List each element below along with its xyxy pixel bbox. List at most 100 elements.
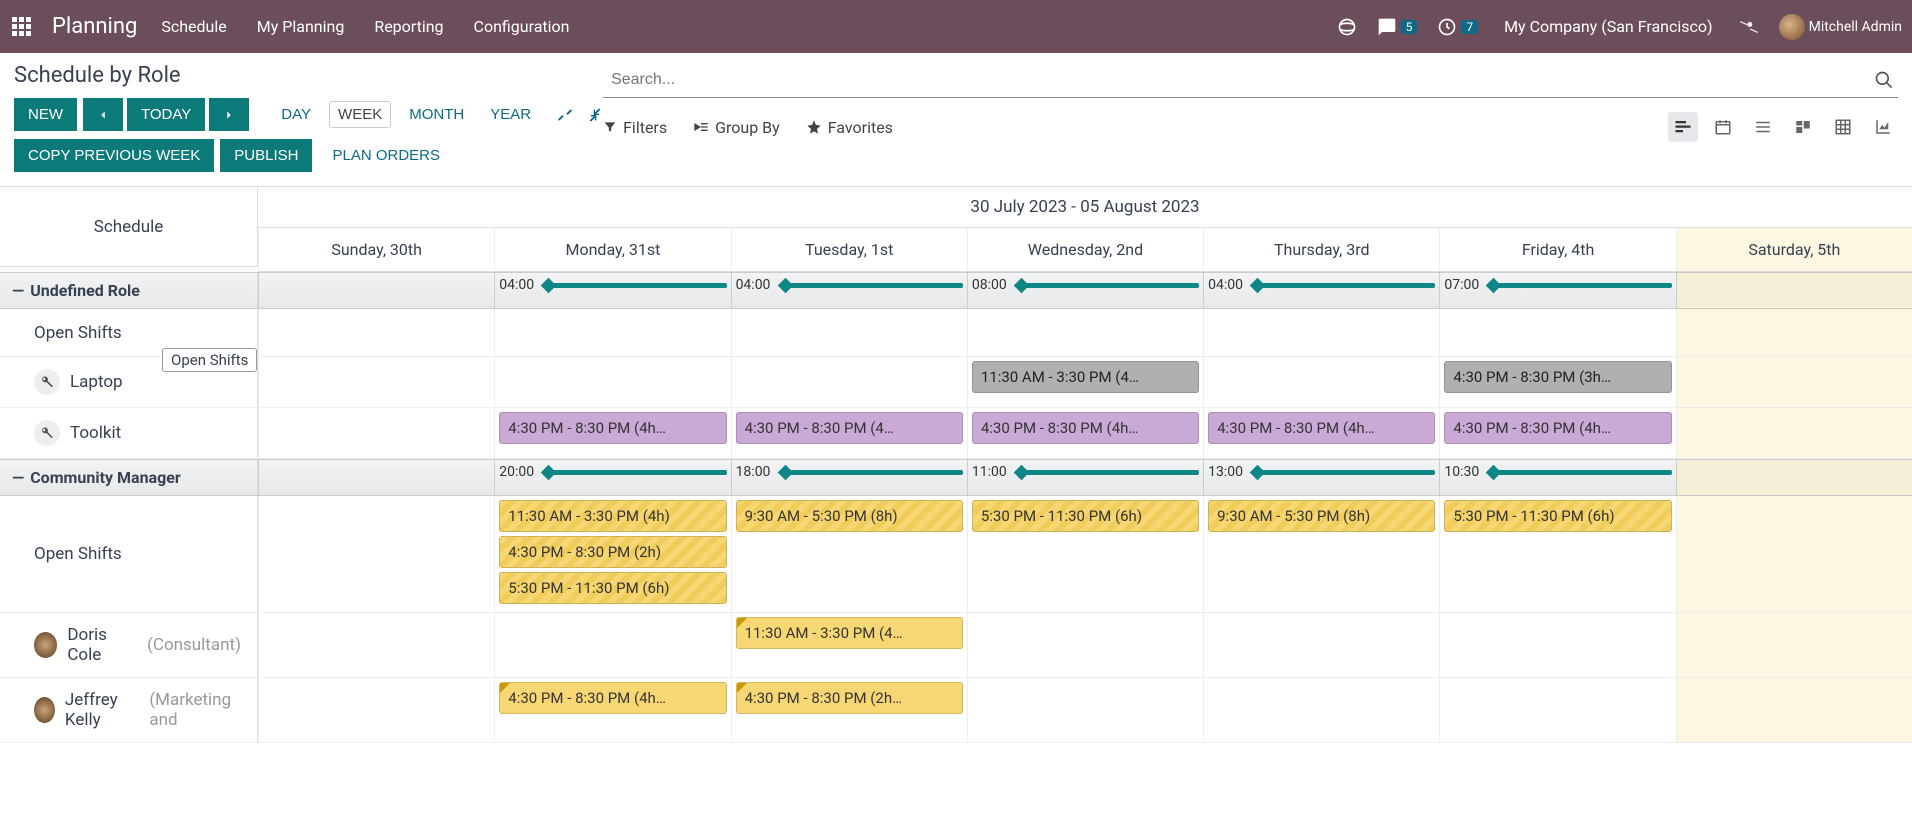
row-cell[interactable]: 5:30 PM - 11:30 PM (6h) <box>1439 496 1675 612</box>
row-cell[interactable] <box>258 408 494 458</box>
copy-previous-week-button[interactable]: COPY PREVIOUS WEEK <box>14 139 214 172</box>
row-cell[interactable]: 4:30 PM - 8:30 PM (4… <box>731 408 967 458</box>
debug-icon[interactable] <box>1739 17 1759 37</box>
row-cell[interactable]: 4:30 PM - 8:30 PM (2h… <box>731 678 967 742</box>
range-year[interactable]: YEAR <box>482 101 539 128</box>
new-button[interactable]: NEW <box>14 98 77 131</box>
view-list-icon[interactable] <box>1748 112 1778 142</box>
row-cell[interactable] <box>1676 357 1912 407</box>
groupby-button[interactable]: Group By <box>693 118 780 137</box>
day-sat[interactable]: Saturday, 5th <box>1676 228 1912 271</box>
row-cell[interactable] <box>258 613 494 677</box>
shift[interactable]: 4:30 PM - 8:30 PM (4h… <box>1208 412 1435 444</box>
row-label[interactable]: Open Shifts <box>0 496 258 612</box>
row-cell[interactable] <box>967 309 1203 356</box>
range-week[interactable]: WEEK <box>329 101 391 128</box>
row-cell[interactable] <box>967 613 1203 677</box>
plan-orders-button[interactable]: PLAN ORDERS <box>318 139 454 172</box>
row-cell[interactable] <box>258 496 494 612</box>
row-cell[interactable] <box>1203 678 1439 742</box>
shift[interactable]: 5:30 PM - 11:30 PM (6h) <box>499 572 726 604</box>
shift[interactable]: 11:30 AM - 3:30 PM (4… <box>972 361 1199 393</box>
nav-reporting[interactable]: Reporting <box>368 13 449 40</box>
row-cell[interactable] <box>258 357 494 407</box>
shift[interactable]: 4:30 PM - 8:30 PM (4h… <box>499 412 726 444</box>
expand-icon[interactable] <box>557 107 573 123</box>
collapse-icon[interactable]: — <box>12 281 24 300</box>
row-cell[interactable]: 11:30 AM - 3:30 PM (4h)4:30 PM - 8:30 PM… <box>494 496 730 612</box>
company-switcher[interactable]: My Company (San Francisco) <box>1498 13 1719 40</box>
day-tue[interactable]: Tuesday, 1st <box>731 228 967 271</box>
row-cell[interactable] <box>494 613 730 677</box>
row-label[interactable]: Doris Cole (Consultant) <box>0 613 258 677</box>
next-button[interactable] <box>209 98 249 131</box>
brand[interactable]: Planning <box>52 14 137 39</box>
day-sun[interactable]: Sunday, 30th <box>258 228 494 271</box>
view-kanban-icon[interactable] <box>1788 112 1818 142</box>
row-cell[interactable] <box>1203 309 1439 356</box>
row-cell[interactable] <box>1203 357 1439 407</box>
row-cell[interactable]: 4:30 PM - 8:30 PM (4h… <box>494 678 730 742</box>
collapse-icon[interactable]: — <box>12 468 24 487</box>
favorites-button[interactable]: Favorites <box>806 118 893 137</box>
view-gantt-icon[interactable] <box>1668 112 1698 142</box>
range-day[interactable]: DAY <box>273 101 319 128</box>
support-icon[interactable] <box>1337 17 1357 37</box>
collapse-icon[interactable] <box>587 107 603 123</box>
row-cell[interactable] <box>1439 613 1675 677</box>
row-cell[interactable]: 9:30 AM - 5:30 PM (8h) <box>731 496 967 612</box>
row-cell[interactable] <box>731 357 967 407</box>
day-wed[interactable]: Wednesday, 2nd <box>967 228 1203 271</box>
row-cell[interactable]: 4:30 PM - 8:30 PM (4h… <box>967 408 1203 458</box>
row-label[interactable]: Toolkit <box>0 408 258 458</box>
view-calendar-icon[interactable] <box>1708 112 1738 142</box>
shift[interactable]: 4:30 PM - 8:30 PM (2h… <box>736 682 963 714</box>
row-cell[interactable] <box>1203 613 1439 677</box>
row-cell[interactable]: 11:30 AM - 3:30 PM (4… <box>731 613 967 677</box>
prev-button[interactable] <box>83 98 123 131</box>
shift[interactable]: 4:30 PM - 8:30 PM (3h… <box>1444 361 1671 393</box>
row-cell[interactable]: 4:30 PM - 8:30 PM (4h… <box>1203 408 1439 458</box>
apps-icon[interactable] <box>10 15 34 39</box>
row-cell[interactable] <box>494 357 730 407</box>
row-cell[interactable]: 5:30 PM - 11:30 PM (6h) <box>967 496 1203 612</box>
filters-button[interactable]: Filters <box>603 118 667 137</box>
row-cell[interactable] <box>1676 309 1912 356</box>
row-cell[interactable]: 9:30 AM - 5:30 PM (8h) <box>1203 496 1439 612</box>
row-cell[interactable]: 11:30 AM - 3:30 PM (4… <box>967 357 1203 407</box>
nav-my-planning[interactable]: My Planning <box>251 13 351 40</box>
shift[interactable]: 4:30 PM - 8:30 PM (4h… <box>499 682 726 714</box>
row-cell[interactable] <box>1676 408 1912 458</box>
shift[interactable]: 5:30 PM - 11:30 PM (6h) <box>1444 500 1671 532</box>
row-cell[interactable]: 4:30 PM - 8:30 PM (4h… <box>494 408 730 458</box>
day-thu[interactable]: Thursday, 3rd <box>1203 228 1439 271</box>
shift[interactable]: 4:30 PM - 8:30 PM (4h… <box>1444 412 1671 444</box>
row-label[interactable]: Jeffrey Kelly (Marketing and <box>0 678 258 742</box>
nav-configuration[interactable]: Configuration <box>468 13 576 40</box>
search-input[interactable] <box>607 65 1874 95</box>
row-cell[interactable] <box>731 309 967 356</box>
search-icon[interactable] <box>1874 70 1894 90</box>
view-pivot-icon[interactable] <box>1828 112 1858 142</box>
shift[interactable]: 4:30 PM - 8:30 PM (2h) <box>499 536 726 568</box>
day-mon[interactable]: Monday, 31st <box>494 228 730 271</box>
range-month[interactable]: MONTH <box>401 101 472 128</box>
row-cell[interactable] <box>1676 613 1912 677</box>
shift[interactable]: 5:30 PM - 11:30 PM (6h) <box>972 500 1199 532</box>
row-cell[interactable] <box>258 309 494 356</box>
shift[interactable]: 9:30 AM - 5:30 PM (8h) <box>1208 500 1435 532</box>
shift[interactable]: 4:30 PM - 8:30 PM (4h… <box>972 412 1199 444</box>
day-fri[interactable]: Friday, 4th <box>1439 228 1675 271</box>
shift[interactable]: 4:30 PM - 8:30 PM (4… <box>736 412 963 444</box>
today-button[interactable]: TODAY <box>127 98 205 131</box>
row-cell[interactable]: 4:30 PM - 8:30 PM (3h… <box>1439 357 1675 407</box>
row-cell[interactable] <box>1676 496 1912 612</box>
row-cell[interactable]: 4:30 PM - 8:30 PM (4h… <box>1439 408 1675 458</box>
user-menu[interactable]: Mitchell Admin <box>1779 14 1902 40</box>
activities-icon[interactable]: 7 <box>1437 17 1478 37</box>
shift[interactable]: 9:30 AM - 5:30 PM (8h) <box>736 500 963 532</box>
row-cell[interactable] <box>967 678 1203 742</box>
row-cell[interactable] <box>1676 678 1912 742</box>
row-cell[interactable] <box>1439 309 1675 356</box>
view-graph-icon[interactable] <box>1868 112 1898 142</box>
